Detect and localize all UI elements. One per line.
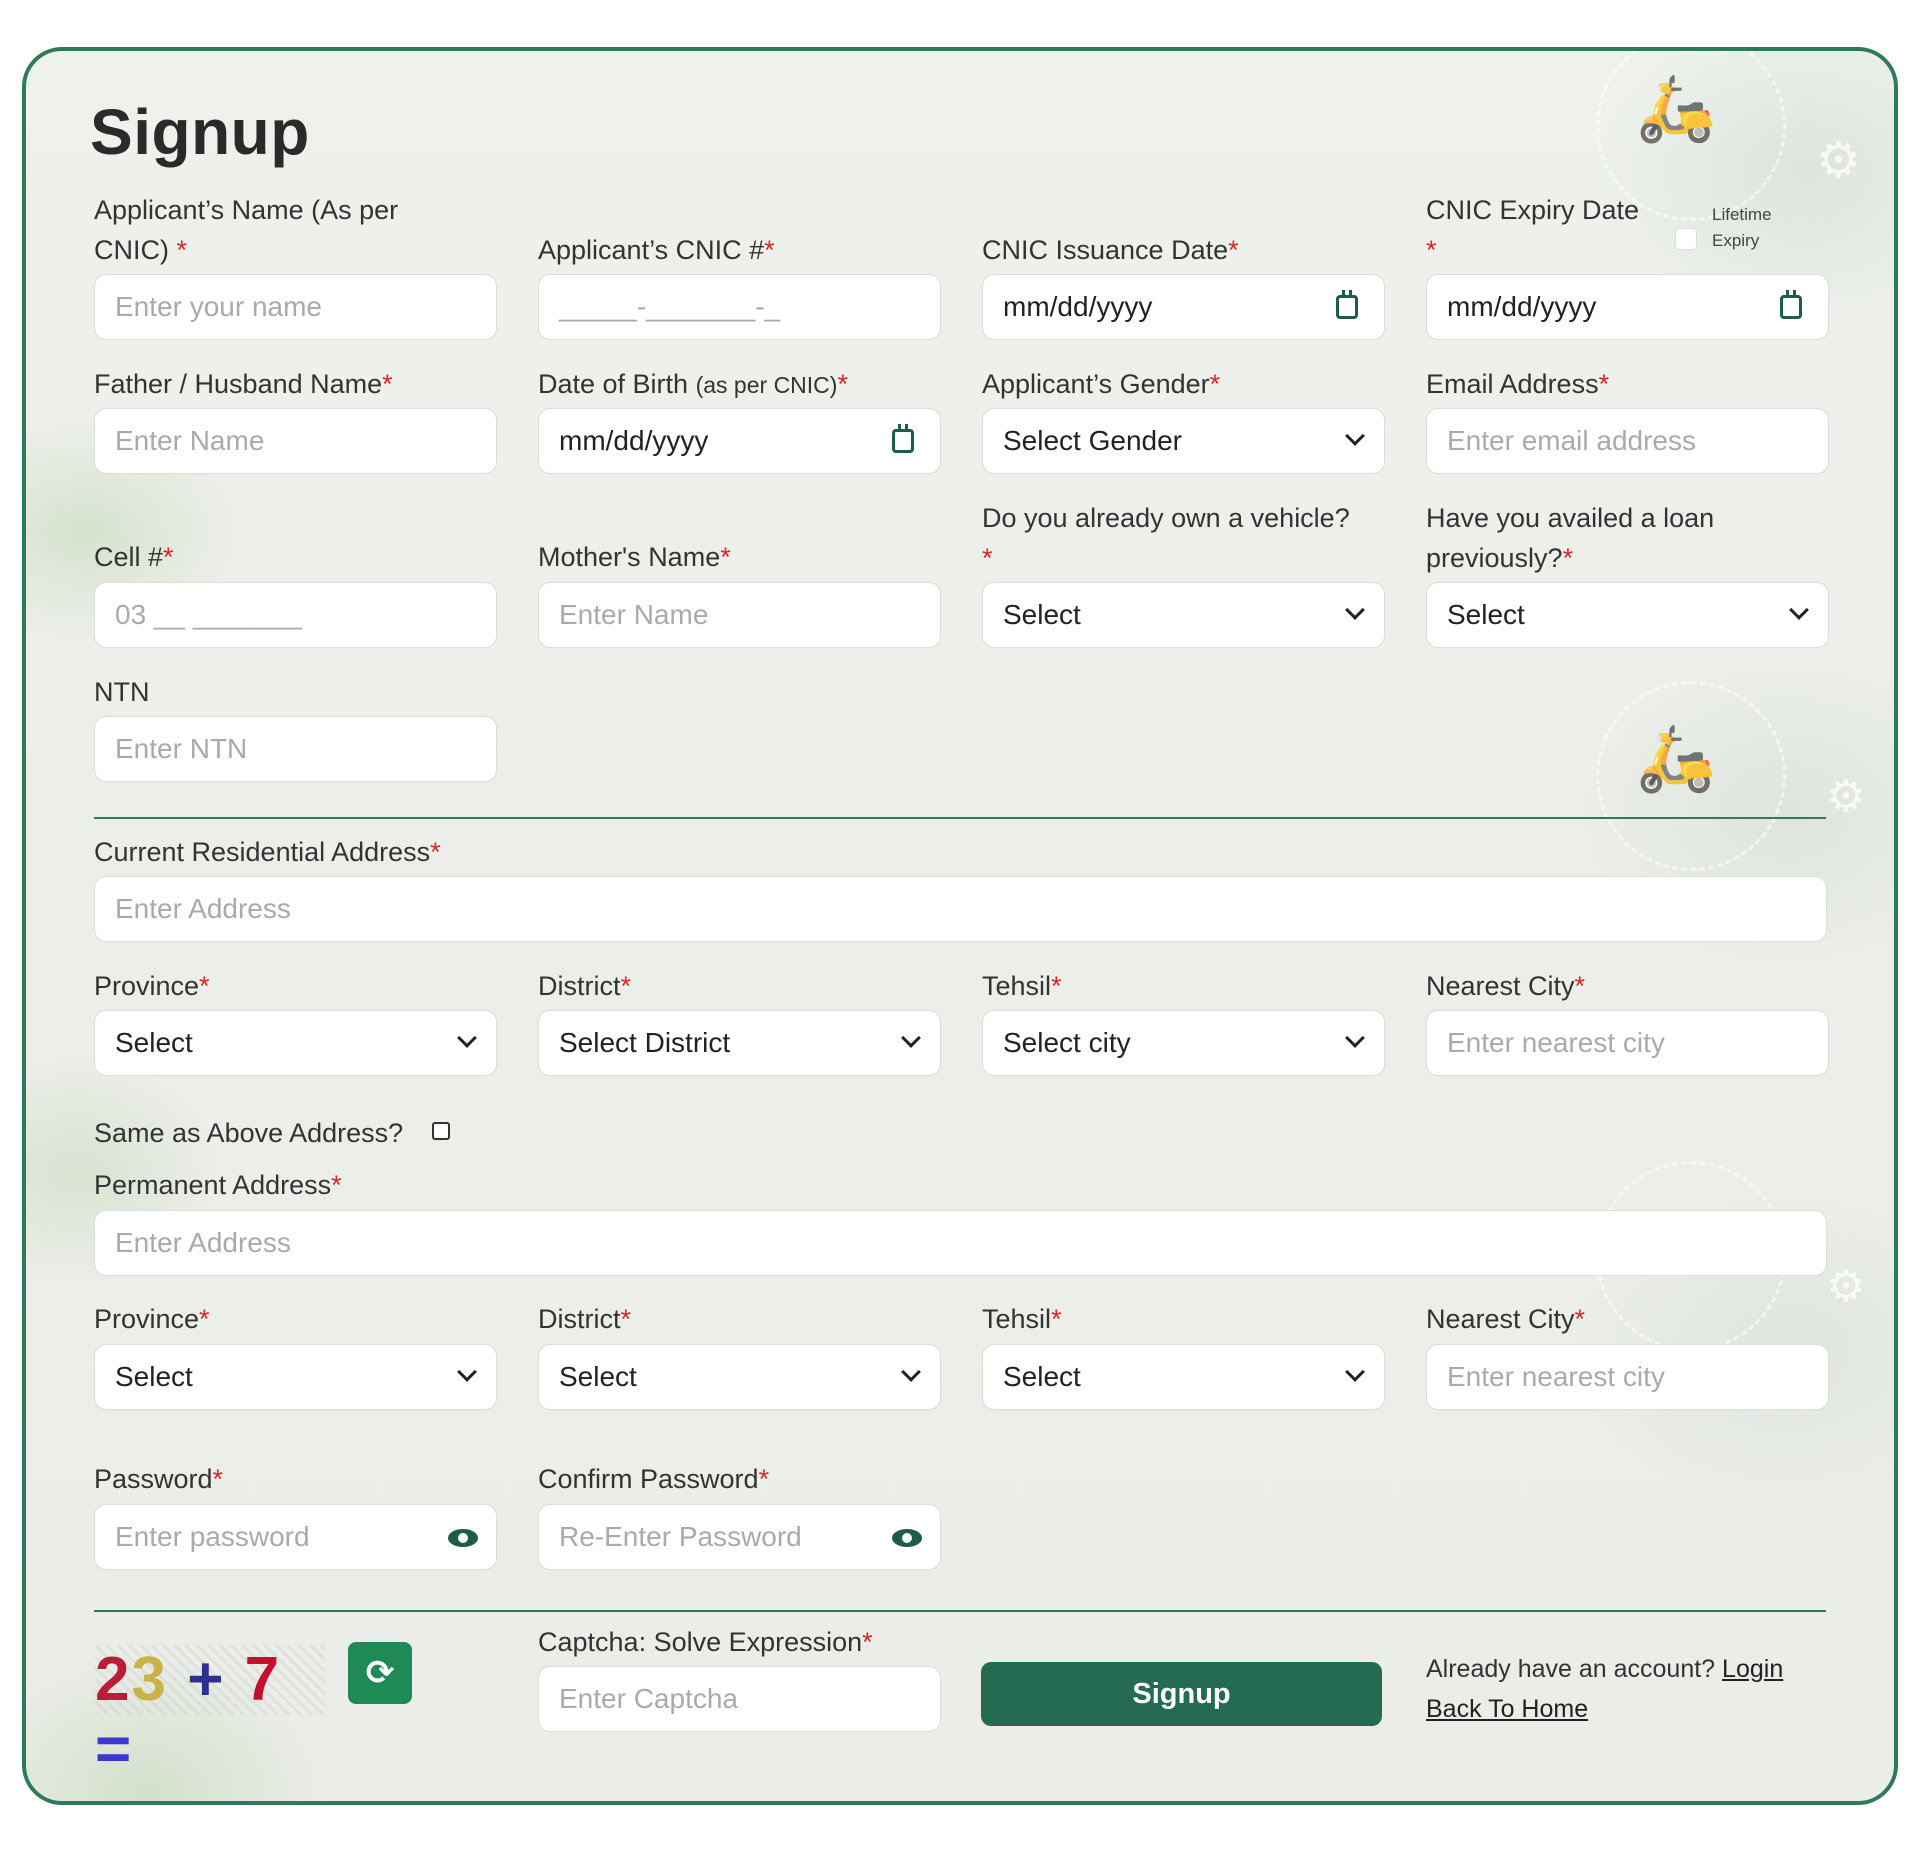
same-as-above-label: Same as Above Address? <box>94 1118 404 1148</box>
current-city-input[interactable]: Enter nearest city <box>1426 1010 1829 1076</box>
current-province-label: Province* <box>94 971 210 1001</box>
email-input[interactable]: Enter email address <box>1426 408 1829 474</box>
lifetime-expiry-label: Lifetime Expiry <box>1712 205 1772 250</box>
chevron-down-icon <box>1345 600 1365 620</box>
permanent-district-select[interactable]: Select <box>538 1344 941 1410</box>
issuance-date-label: CNIC Issuance Date* <box>982 235 1239 265</box>
dob-input[interactable]: mm/dd/yyyy <box>538 408 941 474</box>
gear-icon: ⚙ <box>1826 772 1866 821</box>
permanent-city-input[interactable]: Enter nearest city <box>1426 1344 1829 1410</box>
expiry-date-label: CNIC Expiry Date * <box>1426 195 1640 265</box>
vehicle-select[interactable]: Select <box>982 582 1385 648</box>
gender-label: Applicant’s Gender* <box>982 369 1221 399</box>
back-to-home-link[interactable]: Back To Home <box>1426 1695 1588 1723</box>
current-address-label: Current Residential Address* <box>94 837 441 867</box>
permanent-tehsil-select[interactable]: Select <box>982 1344 1385 1410</box>
permanent-province-select[interactable]: Select <box>94 1344 497 1410</box>
mother-name-input[interactable]: Enter Name <box>538 582 941 648</box>
email-label: Email Address* <box>1426 369 1610 399</box>
ntn-label: NTN <box>94 677 150 707</box>
confirm-password-input[interactable]: Re-Enter Password <box>538 1504 941 1570</box>
chevron-down-icon <box>1345 1028 1365 1048</box>
loan-label: Have you availed a loan previously?* <box>1426 503 1715 573</box>
name-label: Applicant’s Name (As per CNIC) * <box>94 195 399 265</box>
login-link[interactable]: Login <box>1722 1655 1783 1683</box>
cnic-label: Applicant’s CNIC #* <box>538 235 775 265</box>
chevron-down-icon <box>1345 1362 1365 1382</box>
password-label: Password* <box>94 1464 224 1494</box>
chevron-down-icon <box>901 1028 921 1048</box>
permanent-district-label: District* <box>538 1304 632 1334</box>
name-input[interactable]: Enter your name <box>94 274 497 340</box>
father-name-label: Father / Husband Name* <box>94 369 393 399</box>
lifetime-expiry-checkbox[interactable] <box>1675 228 1697 250</box>
account-text: Already have an account? Login <box>1426 1655 1784 1683</box>
chevron-down-icon <box>901 1362 921 1382</box>
gear-icon: ⚙ <box>1826 1262 1866 1311</box>
section-divider <box>94 1610 1826 1612</box>
refresh-captcha-button[interactable]: ⟳ <box>348 1642 412 1704</box>
loan-select[interactable]: Select <box>1426 582 1829 648</box>
page-title: Signup <box>90 96 310 168</box>
scooter-icon: 🛵 <box>1636 72 1716 144</box>
current-address-input[interactable]: Enter Address <box>94 876 1827 942</box>
gear-icon: ⚙ <box>1816 132 1861 188</box>
permanent-tehsil-label: Tehsil* <box>982 1304 1062 1334</box>
calendar-icon[interactable] <box>1780 290 1802 319</box>
back-home-row: Back To Home <box>1426 1689 1588 1729</box>
permanent-city-label: Nearest City* <box>1426 1304 1586 1334</box>
scooter-icon: 🛵 <box>1636 722 1716 794</box>
mother-name-label: Mother's Name* <box>538 542 731 572</box>
father-name-input[interactable]: Enter Name <box>94 408 497 474</box>
permanent-address-input[interactable]: Enter Address <box>94 1210 1827 1276</box>
expiry-date-input[interactable]: mm/dd/yyyy <box>1426 274 1829 340</box>
chevron-down-icon <box>1345 426 1365 446</box>
cnic-input[interactable]: _____-_______-_ <box>538 274 941 340</box>
ntn-input[interactable]: Enter NTN <box>94 716 497 782</box>
current-city-label: Nearest City* <box>1426 971 1586 1001</box>
current-tehsil-label: Tehsil* <box>982 971 1062 1001</box>
current-province-select[interactable]: Select <box>94 1010 497 1076</box>
calendar-icon[interactable] <box>892 424 914 453</box>
chevron-down-icon <box>457 1362 477 1382</box>
same-as-above-checkbox[interactable] <box>432 1122 450 1140</box>
signup-button[interactable]: Signup <box>981 1662 1382 1726</box>
captcha-label: Captcha: Solve Expression* <box>538 1627 873 1657</box>
eye-icon[interactable] <box>448 1529 478 1547</box>
issuance-date-input[interactable]: mm/dd/yyyy <box>982 274 1385 340</box>
section-divider <box>94 817 1826 819</box>
cell-input[interactable]: 03 __ _______ <box>94 582 497 648</box>
captcha-input[interactable]: Enter Captcha <box>538 1666 941 1732</box>
permanent-province-label: Province* <box>94 1304 210 1334</box>
vehicle-label: Do you already own a vehicle? * <box>982 503 1350 573</box>
dob-label: Date of Birth (as per CNIC)* <box>538 369 848 399</box>
permanent-address-label: Permanent Address* <box>94 1170 342 1200</box>
current-district-label: District* <box>538 971 632 1001</box>
cell-label: Cell #* <box>94 542 174 572</box>
confirm-password-label: Confirm Password* <box>538 1464 770 1494</box>
chevron-down-icon <box>1789 600 1809 620</box>
gender-select[interactable]: Select Gender <box>982 408 1385 474</box>
captcha-image: 23 + 7 = <box>95 1645 325 1784</box>
current-district-select[interactable]: Select District <box>538 1010 941 1076</box>
chevron-down-icon <box>457 1028 477 1048</box>
password-input[interactable]: Enter password <box>94 1504 497 1570</box>
current-tehsil-select[interactable]: Select city <box>982 1010 1385 1076</box>
calendar-icon[interactable] <box>1336 290 1358 319</box>
refresh-icon: ⟳ <box>365 1654 395 1692</box>
eye-icon[interactable] <box>892 1529 922 1547</box>
